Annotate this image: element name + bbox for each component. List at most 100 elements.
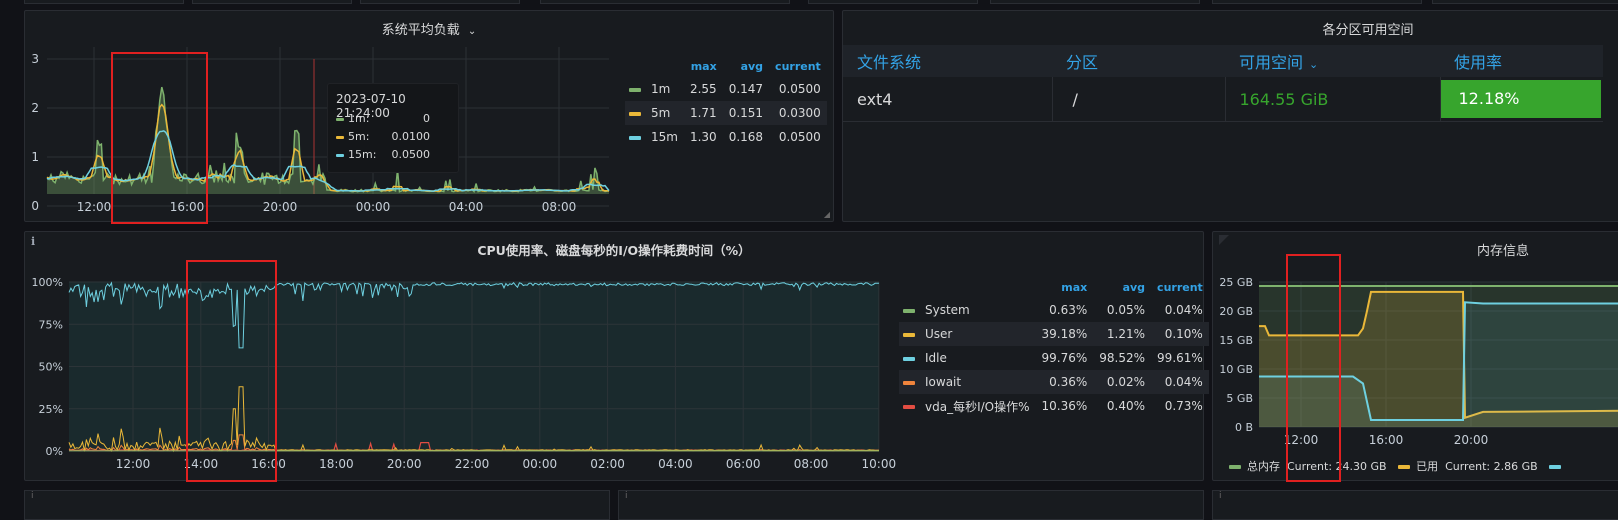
series-color-swatch[interactable] bbox=[629, 87, 641, 92]
panel-stub-top-1 bbox=[24, 0, 184, 4]
series-color-swatch[interactable] bbox=[629, 135, 641, 140]
y-tick-label: 100% bbox=[32, 276, 63, 289]
y-tick-label: 1 bbox=[31, 150, 39, 164]
legend-item-used[interactable]: 已用 Current: 2.86 GB bbox=[1398, 460, 1538, 473]
tooltip-row: 1m: 0 bbox=[336, 112, 448, 125]
y-tick-label: 25% bbox=[39, 403, 63, 416]
panel-stub-top-4 bbox=[540, 0, 790, 4]
x-tick-label: 20:00 bbox=[263, 200, 298, 211]
x-tick-label: 04:00 bbox=[658, 457, 693, 471]
series-color-swatch bbox=[336, 153, 344, 157]
load-average-chart[interactable]: 3 2 1 0 12:00 16:00 20:00 00:00 04:00 08:00 bbox=[25, 11, 625, 211]
y-tick-label: 0% bbox=[46, 445, 63, 458]
x-tick-label: 16:00 bbox=[170, 200, 205, 211]
series-color-swatch[interactable] bbox=[1549, 465, 1562, 469]
y-tick-label: 2 bbox=[31, 101, 39, 115]
series-color-swatch bbox=[336, 117, 344, 121]
legend-header-max[interactable]: max bbox=[1036, 276, 1094, 298]
info-icon: i bbox=[625, 491, 628, 501]
y-tick-label: 3 bbox=[31, 52, 39, 66]
legend-header-avg[interactable]: avg bbox=[1093, 276, 1151, 298]
cell-free: 164.55 GiB bbox=[1225, 77, 1441, 122]
filesystem-panel: 各分区可用空间 文件系统 分区 可用空间 ⌄ 使用率 ext4 / 164.55 … bbox=[842, 10, 1618, 222]
cell-fs: ext4 bbox=[843, 77, 1053, 122]
filesystem-table: 文件系统 分区 可用空间 ⌄ 使用率 ext4 / 164.55 GiB 12.1… bbox=[843, 45, 1603, 122]
panel-stub-top-3 bbox=[360, 0, 520, 4]
panel-stub-bottom-3: i bbox=[1212, 490, 1618, 520]
x-tick-label: 18:00 bbox=[319, 457, 354, 471]
cell-mount: / bbox=[1052, 77, 1226, 122]
y-tick-label: 15 GB bbox=[1219, 334, 1253, 347]
chart-tooltip: 2023-07-10 21:24:00 1m: 0 5m: 0.0100 15m… bbox=[327, 83, 459, 173]
col-header-fs[interactable]: 文件系统 bbox=[843, 45, 1052, 77]
legend-row-5m[interactable]: 5m 1.71 0.151 0.0300 bbox=[625, 101, 827, 125]
resize-handle-icon[interactable]: ◢ bbox=[824, 210, 830, 219]
x-tick-label: 04:00 bbox=[449, 200, 484, 211]
series-color-swatch bbox=[1398, 465, 1411, 469]
legend-row[interactable]: User 39.18% 1.21% 0.10% bbox=[899, 322, 1209, 346]
memory-panel: 内存信息 25 GB 20 GB 15 GB 10 GB 5 GB 0 B 12:00 16:… bbox=[1212, 231, 1618, 481]
x-tick-label: 16:00 bbox=[251, 457, 286, 471]
tooltip-row: 5m: 0.0100 bbox=[336, 130, 448, 143]
x-tick-label: 10:00 bbox=[862, 457, 897, 471]
memory-legend: 总内存 Current: 24.30 GB 已用 Current: 2.86 G… bbox=[1229, 458, 1571, 474]
memory-chart[interactable]: 25 GB 20 GB 15 GB 10 GB 5 GB 0 B 12:00 16:00 20:… bbox=[1213, 232, 1618, 482]
y-tick-label: 75% bbox=[39, 318, 63, 331]
load-legend: max avg current 1m 2.55 0.147 0.0500 5m … bbox=[625, 55, 827, 149]
legend-row[interactable]: System 0.63% 0.05% 0.04% bbox=[899, 298, 1209, 322]
x-tick-label: 08:00 bbox=[794, 457, 829, 471]
cpu-io-panel: i CPU使用率、磁盘每秒的I/O操作耗费时间（%） 100% 75% 50% 25%… bbox=[24, 231, 1209, 482]
load-average-panel: 系统平均负载 ⌄ 3 2 1 0 12:00 16:00 20:00 00:00 04:00 08… bbox=[24, 10, 834, 222]
legend-item-total[interactable]: 总内存 Current: 24.30 GB bbox=[1229, 460, 1387, 473]
x-tick-label: 20:00 bbox=[1454, 433, 1489, 447]
panel-stub-top-6 bbox=[990, 0, 1200, 4]
legend-row-1m[interactable]: 1m 2.55 0.147 0.0500 bbox=[625, 77, 827, 101]
legend-header-max[interactable]: max bbox=[684, 55, 723, 77]
y-tick-label: 0 B bbox=[1235, 421, 1253, 434]
info-icon: i bbox=[1219, 491, 1222, 501]
series-color-swatch[interactable] bbox=[629, 111, 641, 116]
series-color-swatch bbox=[336, 135, 344, 139]
panel-stub-top-7 bbox=[1212, 0, 1422, 4]
col-header-free[interactable]: 可用空间 ⌄ bbox=[1225, 45, 1440, 77]
y-tick-label: 10 GB bbox=[1219, 363, 1253, 376]
x-tick-label: 22:00 bbox=[455, 457, 490, 471]
legend-row-15m[interactable]: 15m 1.30 0.168 0.0500 bbox=[625, 125, 827, 149]
legend-header-avg[interactable]: avg bbox=[723, 55, 769, 77]
usage-badge: 12.18% bbox=[1440, 80, 1601, 118]
legend-header-current[interactable]: current bbox=[1151, 276, 1209, 298]
info-icon: i bbox=[31, 491, 34, 501]
col-header-mount[interactable]: 分区 bbox=[1052, 45, 1225, 77]
cpu-io-chart[interactable]: 100% 75% 50% 25% 0% 12:00 14:00 16:00 18:00 20:00… bbox=[25, 232, 905, 482]
col-header-usage[interactable]: 使用率 bbox=[1440, 45, 1603, 77]
legend-row[interactable]: Idle 99.76% 98.52% 99.61% bbox=[899, 346, 1209, 370]
y-tick-label: 5 GB bbox=[1226, 392, 1253, 405]
x-tick-label: 00:00 bbox=[523, 457, 558, 471]
panel-stub-top-2 bbox=[192, 0, 352, 4]
x-tick-label: 02:00 bbox=[590, 457, 625, 471]
panel-stub-bottom-1: i bbox=[24, 490, 610, 520]
x-tick-label: 12:00 bbox=[1284, 433, 1319, 447]
series-color-swatch[interactable] bbox=[903, 308, 915, 313]
x-tick-label: 06:00 bbox=[726, 457, 761, 471]
panel-stub-bottom-2: i bbox=[618, 490, 1204, 520]
legend-header-current[interactable]: current bbox=[769, 55, 827, 77]
series-color-swatch[interactable] bbox=[903, 380, 915, 385]
panel-stub-top-8 bbox=[1432, 0, 1618, 4]
series-color-swatch[interactable] bbox=[903, 356, 915, 361]
y-tick-label: 20 GB bbox=[1219, 305, 1253, 318]
legend-row[interactable]: Iowait 0.36% 0.02% 0.04% bbox=[899, 370, 1209, 394]
series-color-swatch[interactable] bbox=[903, 332, 915, 337]
y-tick-label: 25 GB bbox=[1219, 276, 1253, 289]
x-tick-label: 20:00 bbox=[387, 457, 422, 471]
legend-row[interactable]: vda_每秒I/O操作% 10.36% 0.40% 0.73% bbox=[899, 394, 1209, 418]
x-tick-label: 08:00 bbox=[542, 200, 577, 211]
panel-title[interactable]: 各分区可用空间 bbox=[843, 19, 1618, 38]
cpu-legend: max avg current System 0.63% 0.05% 0.04% Use… bbox=[899, 276, 1209, 418]
panel-stub-top-5 bbox=[808, 0, 978, 4]
table-row: ext4 / 164.55 GiB 12.18% bbox=[843, 77, 1603, 122]
series-color-swatch bbox=[1229, 465, 1241, 469]
series-color-swatch[interactable] bbox=[903, 405, 915, 409]
x-tick-label: 14:00 bbox=[184, 457, 219, 471]
x-tick-label: 16:00 bbox=[1369, 433, 1404, 447]
